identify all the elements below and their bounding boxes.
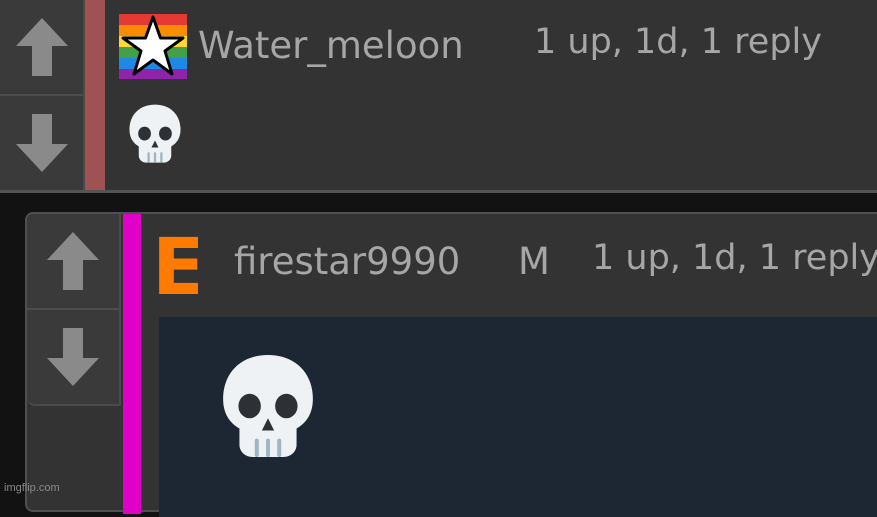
comment-separator — [0, 190, 877, 193]
comment-meta: 1 up, 1d, 1 reply — [592, 238, 877, 278]
mod-badge: M — [518, 240, 550, 283]
comment-meta: 1 up, 1d, 1 reply — [534, 22, 822, 62]
username[interactable]: firestar9990 — [234, 240, 460, 283]
comment-image[interactable] — [159, 317, 877, 517]
comment-1: Water_meloon 1 up, 1d, 1 reply — [0, 0, 877, 190]
watermark: imgflip.com — [4, 482, 60, 494]
up-arrow-icon — [15, 18, 68, 76]
vote-box — [27, 214, 121, 406]
vote-box — [0, 0, 85, 190]
down-arrow-icon — [47, 328, 99, 386]
svg-text:E: E — [152, 230, 198, 298]
upvote-button[interactable] — [27, 214, 119, 308]
username[interactable]: Water_meloon — [198, 24, 464, 67]
comment-2: E firestar9990 M 1 up, 1d, 1 reply — [25, 212, 877, 517]
downvote-button[interactable] — [27, 310, 119, 404]
down-arrow-icon — [15, 114, 68, 172]
skull-emoji-icon — [223, 355, 313, 458]
skull-emoji-icon — [129, 104, 181, 163]
comment-depth-stripe — [85, 0, 105, 190]
up-arrow-icon — [47, 232, 99, 290]
comment-depth-stripe — [123, 214, 141, 514]
upvote-button[interactable] — [0, 0, 83, 94]
downvote-button[interactable] — [0, 96, 83, 190]
rainbow-star-flag-icon — [119, 14, 187, 79]
user-badge-e-icon: E — [152, 230, 198, 298]
